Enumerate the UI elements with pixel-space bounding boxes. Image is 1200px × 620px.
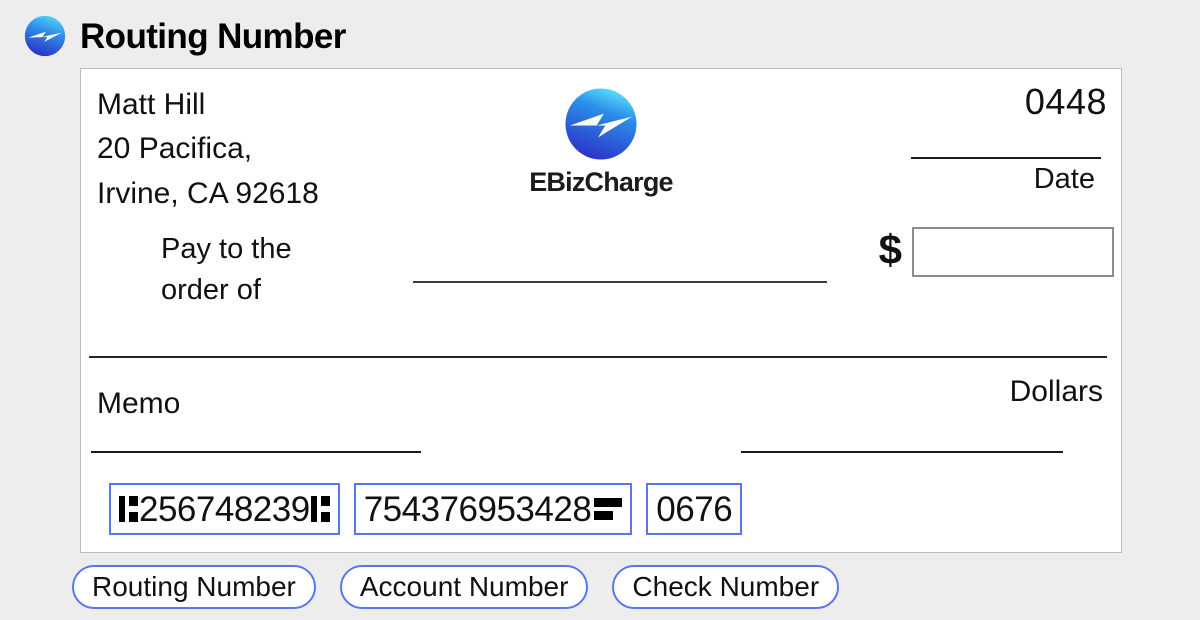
page-header: Routing Number — [24, 8, 346, 64]
routing-number-field[interactable]: 256748239 — [109, 483, 340, 535]
pay-to-order-label: Pay to the order of — [161, 229, 341, 311]
amount-box[interactable] — [912, 227, 1114, 277]
routing-number-value: 256748239 — [139, 489, 310, 529]
check-number-value: 0676 — [656, 489, 733, 529]
pay-to-order-label-line1: Pay to the — [161, 233, 292, 265]
micr-line: 256748239 754376953428 0676 — [109, 483, 743, 535]
printed-check-number: 0448 — [1024, 81, 1107, 122]
date-label: Date — [1033, 163, 1095, 195]
page-title: Routing Number — [80, 16, 346, 56]
callout-legend: Routing Number Account Number Check Numb… — [72, 565, 840, 609]
on-us-symbol-icon — [594, 494, 623, 524]
written-amount-line[interactable] — [89, 356, 1107, 358]
check-number-field[interactable]: 0676 — [646, 483, 743, 535]
callout-check-number[interactable]: Check Number — [612, 565, 840, 609]
currency-symbol: $ — [878, 226, 902, 273]
payee-write-line[interactable] — [413, 281, 827, 283]
ebizcharge-bolt-circle-icon — [565, 88, 637, 160]
callout-account-number[interactable]: Account Number — [339, 565, 589, 609]
account-number-value: 754376953428 — [363, 489, 592, 529]
transit-symbol-icon — [119, 494, 138, 524]
account-number-field[interactable]: 754376953428 — [353, 483, 633, 535]
memo-label: Memo — [97, 387, 181, 420]
amount-field-group: $ — [879, 227, 1114, 277]
transit-symbol-icon — [310, 494, 330, 524]
callout-routing-number[interactable]: Routing Number — [72, 565, 316, 609]
bank-wordmark: EBizCharge — [529, 167, 673, 197]
signature-write-line[interactable] — [741, 451, 1063, 453]
pay-to-order-label-line2: order of — [161, 274, 261, 307]
dollars-label: Dollars — [1009, 375, 1103, 408]
ebizcharge-bolt-circle-icon — [24, 15, 66, 57]
date-field-group: Date — [911, 157, 1101, 197]
check-image: Matt Hill 20 Pacifica, Irvine, CA 92618 … — [80, 68, 1122, 553]
memo-write-line[interactable] — [91, 451, 421, 453]
